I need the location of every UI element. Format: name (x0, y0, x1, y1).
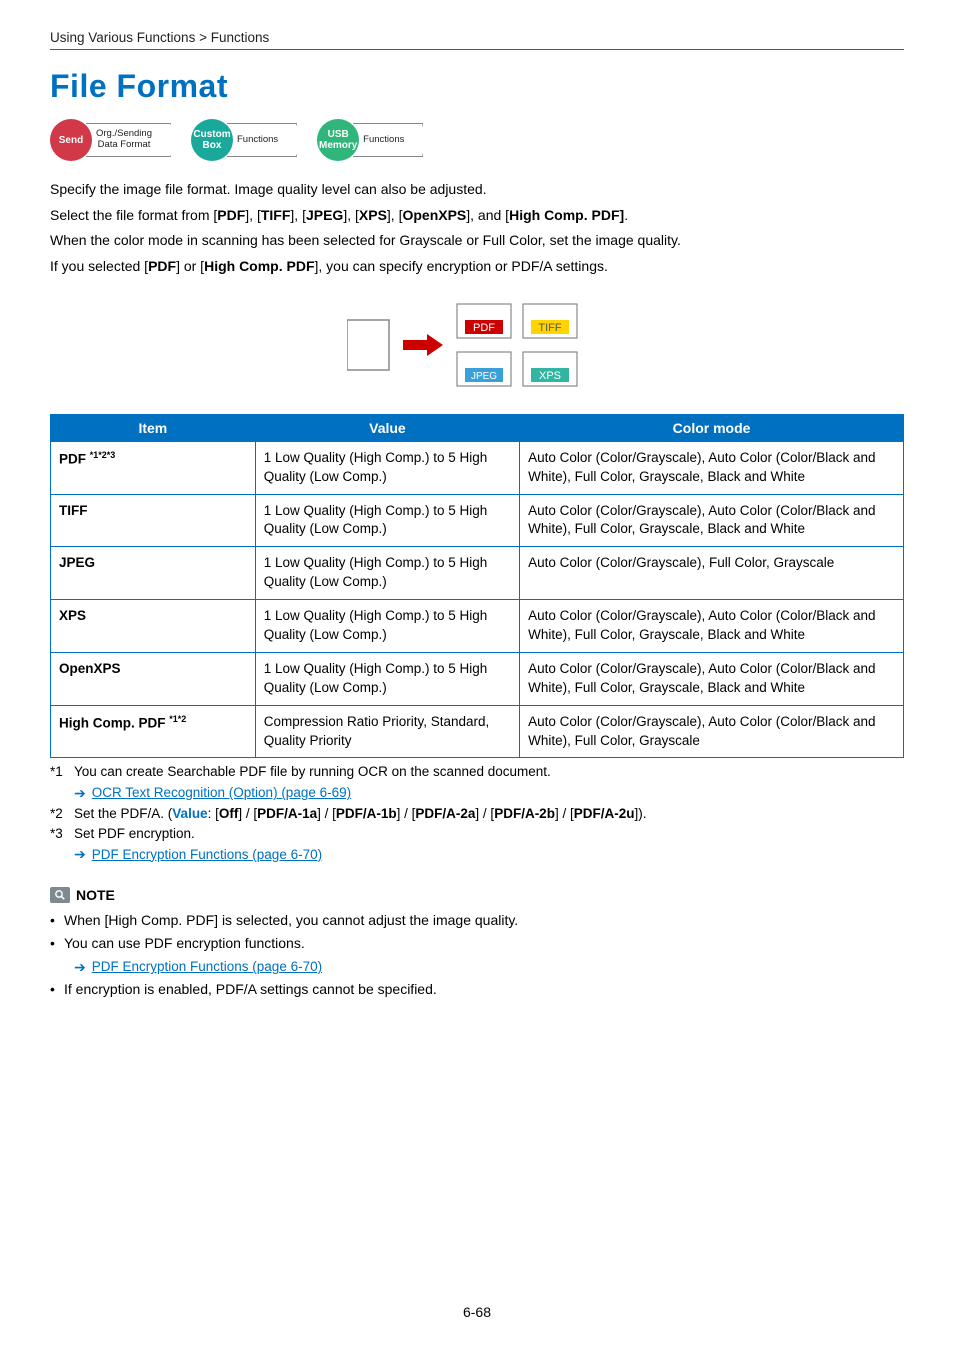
footnote-text: Set PDF encryption. (74, 824, 195, 844)
send-flag: Org./Sending Data Format (86, 123, 171, 157)
table-row: PDF *1*2*3 1 Low Quality (High Comp.) to… (51, 441, 904, 494)
custom-box-flag: Functions (227, 123, 297, 157)
arrow-right-icon: ➔ (74, 956, 86, 978)
footnote-num: *3 (50, 824, 74, 844)
intro-p1: Specify the image file format. Image qua… (50, 179, 904, 201)
footnotes: *1 You can create Searchable PDF file by… (50, 762, 904, 865)
footnote-text: Set the PDF/A. (Value: [Off] / [PDF/A-1a… (74, 804, 646, 824)
usb-memory-flag: Functions (353, 123, 423, 157)
pdf-encryption-link[interactable]: PDF Encryption Functions (page 6-70) (92, 845, 322, 865)
intro-p2: Select the file format from [PDF], [TIFF… (50, 205, 904, 227)
breadcrumb: Using Various Functions > Functions (50, 30, 904, 45)
note-bullet: If encryption is enabled, PDF/A settings… (50, 978, 904, 1000)
send-badge: Send (50, 119, 92, 161)
badge-send-group: Send Org./Sending Data Format (50, 119, 171, 161)
badge-row: Send Org./Sending Data Format Custom Box… (50, 119, 904, 161)
footnote-num: *1 (50, 762, 74, 782)
th-item: Item (51, 414, 256, 441)
note-label: NOTE (76, 887, 115, 903)
svg-text:JPEG: JPEG (471, 371, 497, 382)
badge-usb-group: USB Memory Functions (317, 119, 423, 161)
arrow-right-icon: ➔ (74, 844, 86, 865)
table-row: OpenXPS 1 Low Quality (High Comp.) to 5 … (51, 652, 904, 705)
pdf-encryption-link-2[interactable]: PDF Encryption Functions (page 6-70) (92, 956, 322, 978)
svg-text:TIFF: TIFF (538, 322, 561, 334)
th-mode: Color mode (520, 414, 904, 441)
table-row: High Comp. PDF *1*2 Compression Ratio Pr… (51, 705, 904, 758)
table-row: JPEG 1 Low Quality (High Comp.) to 5 Hig… (51, 547, 904, 600)
note-bullet: You can use PDF encryption functions. ➔ … (50, 932, 904, 979)
table-row: TIFF 1 Low Quality (High Comp.) to 5 Hig… (51, 494, 904, 547)
th-value: Value (255, 414, 519, 441)
footnote-num: *2 (50, 804, 74, 824)
badge-custom-group: Custom Box Functions (191, 119, 297, 161)
format-table: Item Value Color mode PDF *1*2*3 1 Low Q… (50, 414, 904, 759)
arrow-right-icon: ➔ (74, 783, 86, 804)
intro-p4: If you selected [PDF] or [High Comp. PDF… (50, 256, 904, 278)
note-block: NOTE When [High Comp. PDF] is selected, … (50, 887, 904, 1001)
page-title: File Format (50, 68, 904, 105)
format-diagram: PDF TIFF JPEG XPS (50, 296, 904, 392)
note-bullet: When [High Comp. PDF] is selected, you c… (50, 909, 904, 931)
page-number: 6-68 (0, 1304, 954, 1320)
table-row: XPS 1 Low Quality (High Comp.) to 5 High… (51, 600, 904, 653)
ocr-link[interactable]: OCR Text Recognition (Option) (page 6-69… (92, 783, 351, 803)
usb-memory-badge: USB Memory (317, 119, 359, 161)
svg-text:XPS: XPS (539, 370, 561, 382)
note-icon (50, 887, 70, 903)
intro-p3: When the color mode in scanning has been… (50, 230, 904, 252)
svg-text:PDF: PDF (473, 322, 495, 334)
custom-box-badge: Custom Box (191, 119, 233, 161)
header-divider (50, 49, 904, 50)
footnote-text: You can create Searchable PDF file by ru… (74, 762, 551, 782)
